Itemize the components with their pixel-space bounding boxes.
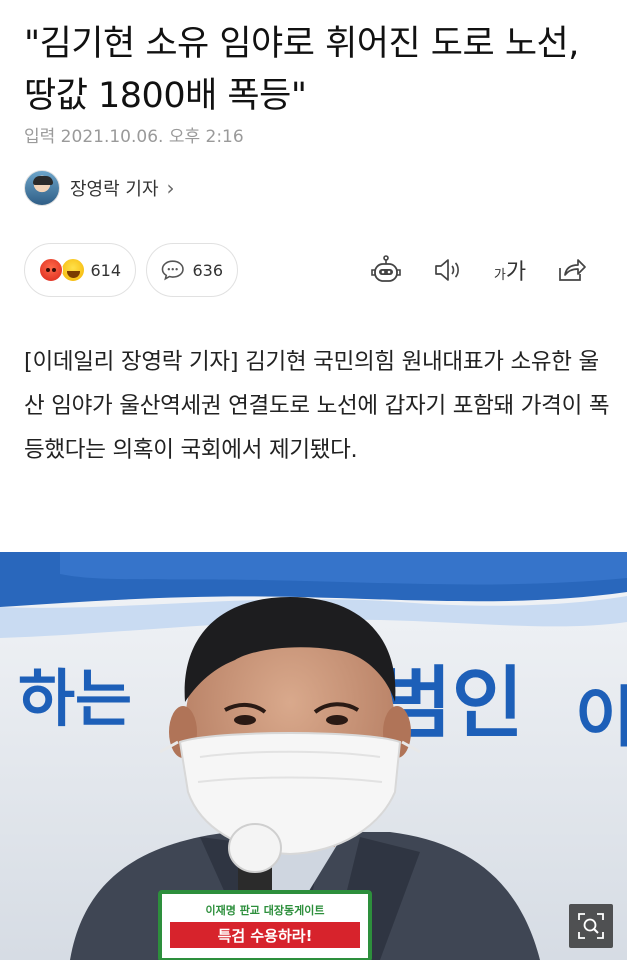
- comment-count: 636: [192, 260, 223, 280]
- text-to-speech-button[interactable]: [417, 248, 479, 292]
- summary-bot-button[interactable]: [355, 248, 417, 292]
- font-size-button[interactable]: 가가: [479, 248, 541, 292]
- comment-bubble-icon: [161, 260, 184, 281]
- article-toolbar: 가가: [355, 248, 603, 292]
- magnifier-expand-icon: [578, 913, 604, 939]
- reporter-name: 장영락 기자: [70, 179, 159, 200]
- comment-button[interactable]: 636: [146, 243, 238, 297]
- share-icon: [559, 259, 586, 281]
- photo-illustration: 하는 범인 이 이재명 판교 대장동게이트 특검 수용하라!: [0, 552, 627, 960]
- sign-text-line-1: 이재명 판교 대장동게이트: [206, 903, 325, 917]
- sign-text-line-2: 특검 수용하라!: [218, 927, 313, 945]
- article-photo[interactable]: 하는 범인 이 이재명 판교 대장동게이트 특검 수용하라!: [0, 552, 627, 960]
- robot-summary-icon: [371, 255, 401, 282]
- font-size-icon: 가가: [494, 254, 526, 286]
- article-date: 입력 2021.10.06. 오후 2:16: [24, 127, 244, 147]
- speaker-icon: [435, 259, 459, 281]
- reaction-count: 614: [90, 260, 121, 280]
- article-lead-paragraph: [이데일리 장영락 기자] 김기현 국민의힘 원내대표가 소유한 울산 임야가 …: [24, 349, 610, 463]
- banner-text-left: 하는: [18, 662, 132, 735]
- chevron-right-icon: ›: [166, 176, 175, 200]
- laughing-face-icon: [61, 258, 85, 282]
- reaction-button[interactable]: 614: [24, 243, 136, 297]
- reaction-emoji-stack: [39, 256, 85, 284]
- banner-text-edge: 이: [575, 679, 627, 756]
- font-size-small-glyph: 가: [493, 268, 506, 283]
- share-button[interactable]: [541, 248, 603, 292]
- reporter-avatar: [24, 170, 60, 206]
- article-headline: "김기현 소유 임야로 휘어진 도로 노선, 땅값 1800배 폭등": [24, 24, 579, 116]
- photo-zoom-button[interactable]: [569, 904, 613, 948]
- reporter-byline[interactable]: 장영락 기자 ›: [24, 170, 175, 206]
- angry-face-icon: [39, 258, 63, 282]
- font-size-large-glyph: 가: [505, 260, 527, 285]
